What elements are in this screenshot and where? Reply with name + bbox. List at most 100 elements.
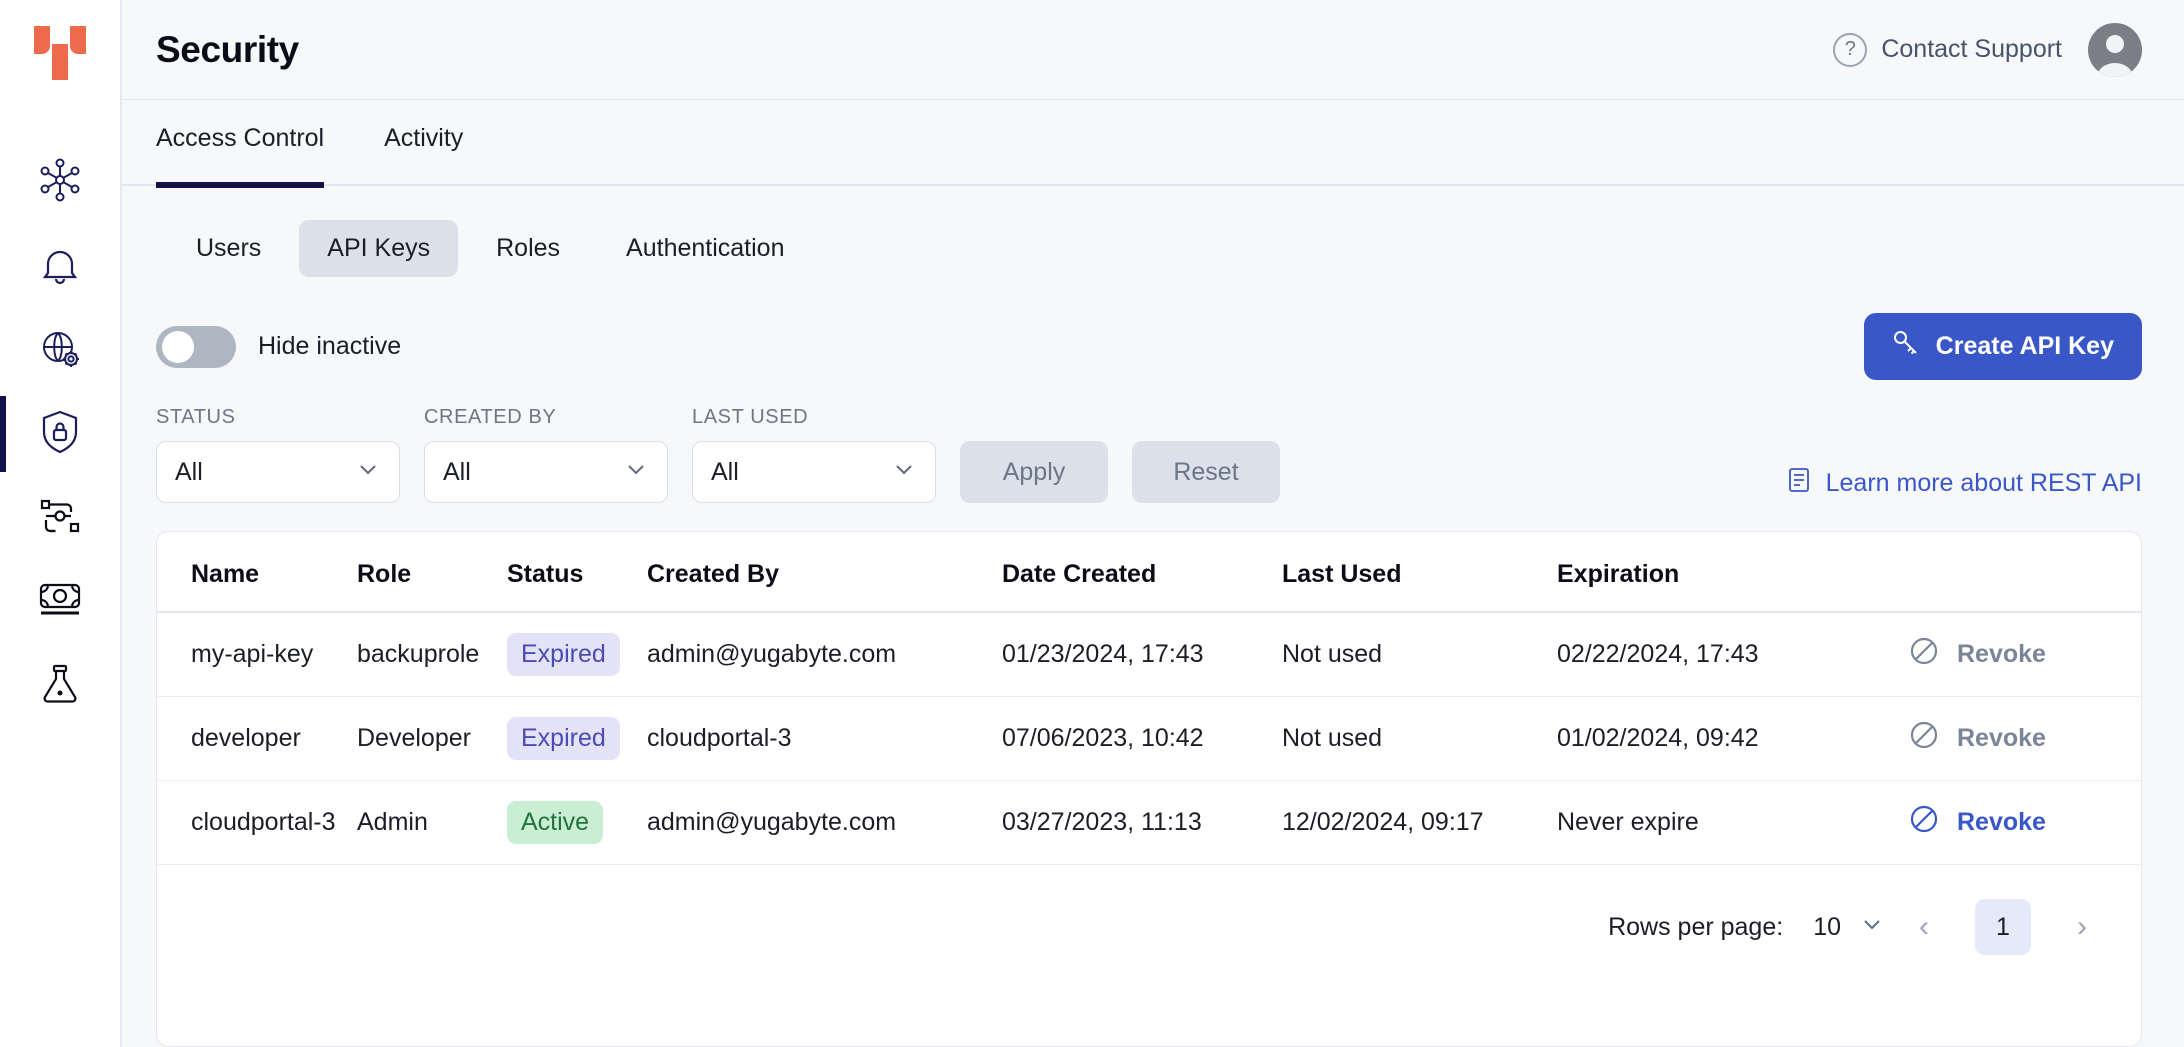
next-page-button[interactable]: › [2063,910,2101,944]
revoke-label: Revoke [1957,724,2046,753]
primary-tabs: Access Control Activity [122,100,2184,186]
cell-date-created: 07/06/2023, 10:42 [1002,697,1282,781]
filter-last-used-label: LAST USED [692,406,936,429]
subtab-authentication[interactable]: Authentication [598,220,812,277]
sidebar-item-labs[interactable] [0,644,121,728]
cell-role: Developer [357,697,507,781]
column-header-expiration[interactable]: Expiration [1557,532,1907,612]
tab-activity[interactable]: Activity [384,100,463,186]
cell-role: Admin [357,781,507,865]
filter-created-by-value: All [443,458,471,487]
cell-created-by: admin@yugabyte.com [647,612,1002,697]
filter-last-used-value: All [711,458,739,487]
sidebar-item-alerts[interactable] [0,224,121,308]
bell-icon [37,241,83,292]
cell-date-created: 01/23/2024, 17:43 [1002,612,1282,697]
column-header-last-used[interactable]: Last Used [1282,532,1557,612]
cell-name: cloudportal-3 [157,781,357,865]
subtab-api-keys[interactable]: API Keys [299,220,458,277]
hide-inactive-toggle[interactable] [156,326,236,368]
help-question-icon: ? [1833,33,1867,67]
sidebar-item-billing[interactable] [0,560,121,644]
cell-date-created: 03/27/2023, 11:13 [1002,781,1282,865]
api-keys-table: Name Role Status Created By Date Created… [157,532,2141,865]
cell-status: Active [507,781,647,865]
page-number-1[interactable]: 1 [1975,899,2031,955]
api-keys-table-card: Name Role Status Created By Date Created… [156,531,2142,1047]
subtab-roles[interactable]: Roles [468,220,588,277]
key-icon [1892,329,1920,364]
cell-status: Expired [507,697,647,781]
create-api-key-button[interactable]: Create API Key [1864,313,2142,380]
table-row[interactable]: developer Developer Expired cloudportal-… [157,697,2141,781]
column-header-date-created[interactable]: Date Created [1002,532,1282,612]
revoke-button[interactable]: Revoke [1907,718,2141,759]
learn-more-label: Learn more about REST API [1826,469,2142,498]
sidebar-item-security[interactable] [0,392,121,476]
column-header-created-by[interactable]: Created By [647,532,1002,612]
revoke-icon [1907,718,1941,759]
table-header-row: Name Role Status Created By Date Created… [157,532,2141,612]
revoke-label: Revoke [1957,640,2046,669]
avatar[interactable] [2088,23,2142,77]
revoke-label: Revoke [1957,808,2046,837]
hide-inactive-label: Hide inactive [258,332,401,361]
sidebar-item-network-settings[interactable] [0,308,121,392]
filter-created-by-label: CREATED BY [424,406,668,429]
contact-support-button[interactable]: ? Contact Support [1833,33,2062,67]
chevron-down-icon [623,456,649,489]
filter-status-label: STATUS [156,406,400,429]
billing-money-icon [36,579,84,626]
status-badge: Expired [507,717,620,760]
status-badge: Expired [507,633,620,676]
yugabyte-logo[interactable] [30,22,90,84]
cell-actions: Revoke [1907,612,2141,697]
cell-expiration: 01/02/2024, 09:42 [1557,697,1907,781]
revoke-button[interactable]: Revoke [1907,634,2141,675]
cell-status: Expired [507,612,647,697]
cell-last-used: 12/02/2024, 09:17 [1282,781,1557,865]
cell-role: backuprole [357,612,507,697]
cell-expiration: Never expire [1557,781,1907,865]
filter-status: STATUS All [156,406,400,503]
sidebar-item-clusters[interactable] [0,140,121,224]
filter-created-by: CREATED BY All [424,406,668,503]
filter-last-used: LAST USED All [692,406,936,503]
globe-gear-icon [37,325,83,376]
create-api-key-label: Create API Key [1936,332,2114,361]
shield-lock-icon [37,408,83,461]
toggle-knob [162,331,194,363]
table-row[interactable]: cloudportal-3 Admin Active admin@yugabyt… [157,781,2141,865]
cell-created-by: admin@yugabyte.com [647,781,1002,865]
prev-page-button[interactable]: ‹ [1905,910,1943,944]
cell-actions: Revoke [1907,697,2141,781]
filter-last-used-select[interactable]: All [692,441,936,503]
pagination: Rows per page: 10 ‹ 1 › [157,865,2141,955]
table-row[interactable]: my-api-key backuprole Expired admin@yuga… [157,612,2141,697]
reset-button[interactable]: Reset [1132,441,1280,503]
chevron-down-icon [891,456,917,489]
page-header: Security ? Contact Support [122,0,2184,100]
revoke-button[interactable]: Revoke [1907,802,2141,843]
learn-more-rest-api-link[interactable]: Learn more about REST API [1786,466,2142,503]
cell-created-by: cloudportal-3 [647,697,1002,781]
filter-created-by-select[interactable]: All [424,441,668,503]
tab-access-control[interactable]: Access Control [156,100,324,186]
revoke-icon [1907,802,1941,843]
column-header-name[interactable]: Name [157,532,357,612]
rows-per-page-select[interactable]: 10 [1813,911,1885,944]
contact-support-label: Contact Support [1881,35,2062,64]
cell-actions: Revoke [1907,781,2141,865]
app-root: Security ? Contact Support Access Contro… [0,0,2184,1047]
apply-button[interactable]: Apply [960,441,1108,503]
filter-status-select[interactable]: All [156,441,400,503]
column-header-role[interactable]: Role [357,532,507,612]
cell-name: my-api-key [157,612,357,697]
cluster-network-icon [37,157,83,208]
column-header-status[interactable]: Status [507,532,647,612]
sidebar-item-integrations[interactable] [0,476,121,560]
subtab-users[interactable]: Users [168,220,289,277]
main-content: Security ? Contact Support Access Contro… [122,0,2184,1047]
page-title: Security [156,29,299,71]
secondary-tabs: Users API Keys Roles Authentication [122,186,2184,277]
